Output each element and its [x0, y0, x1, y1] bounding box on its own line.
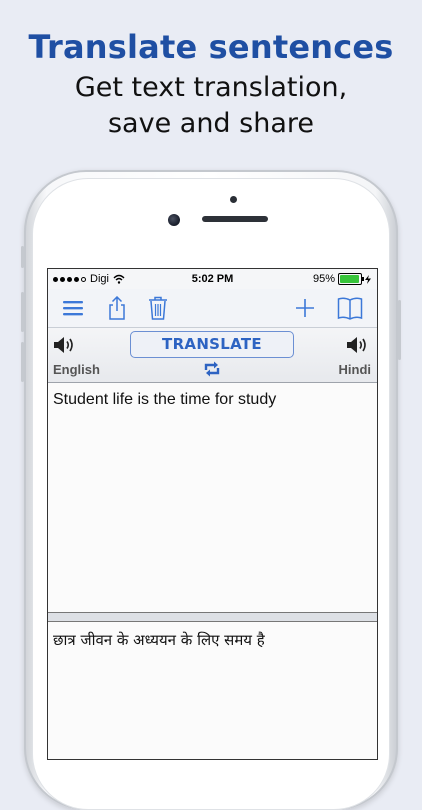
source-speaker-icon[interactable] — [53, 336, 77, 354]
pane-divider[interactable] — [48, 613, 377, 622]
app-screen: Digi 5:02 PM 95% TRANSLATE English Hindi… — [47, 268, 378, 760]
target-language-selector[interactable]: Hindi — [339, 362, 372, 377]
toolbar — [48, 289, 377, 328]
target-speaker-icon[interactable] — [346, 336, 370, 354]
earpiece-speaker — [202, 216, 268, 222]
promo-title: Translate sentences — [28, 28, 394, 66]
volume-down-button — [21, 342, 24, 382]
source-language-selector[interactable]: English — [53, 362, 100, 377]
mute-switch — [21, 246, 24, 268]
language-bar: TRANSLATE English Hindi — [48, 328, 377, 383]
dictionary-book-icon[interactable] — [337, 296, 363, 320]
power-button — [398, 300, 401, 360]
volume-up-button — [21, 292, 24, 332]
promo-subtitle-line1: Get text translation, — [74, 72, 348, 103]
charging-bolt-icon — [365, 274, 371, 284]
swap-languages-icon[interactable] — [202, 359, 222, 379]
promo-subtitle: Get text translation, save and share — [0, 70, 422, 142]
translated-text-output[interactable]: छात्र जीवन के अध्ययन के लिए समय है — [48, 622, 377, 759]
front-camera-icon — [168, 214, 180, 226]
source-text-input[interactable]: Student life is the time for study — [48, 383, 377, 613]
share-icon[interactable] — [105, 296, 129, 320]
status-bar: Digi 5:02 PM 95% — [48, 269, 377, 289]
trash-icon[interactable] — [146, 296, 170, 320]
translate-button[interactable]: TRANSLATE — [130, 331, 294, 358]
proximity-sensor — [230, 196, 237, 203]
menu-icon[interactable] — [61, 296, 85, 320]
promo-subtitle-line2: save and share — [107, 108, 314, 139]
battery-percent: 95% — [312, 273, 335, 285]
battery-group: 95% — [313, 273, 371, 285]
add-icon[interactable] — [293, 296, 317, 320]
battery-icon — [338, 273, 364, 285]
